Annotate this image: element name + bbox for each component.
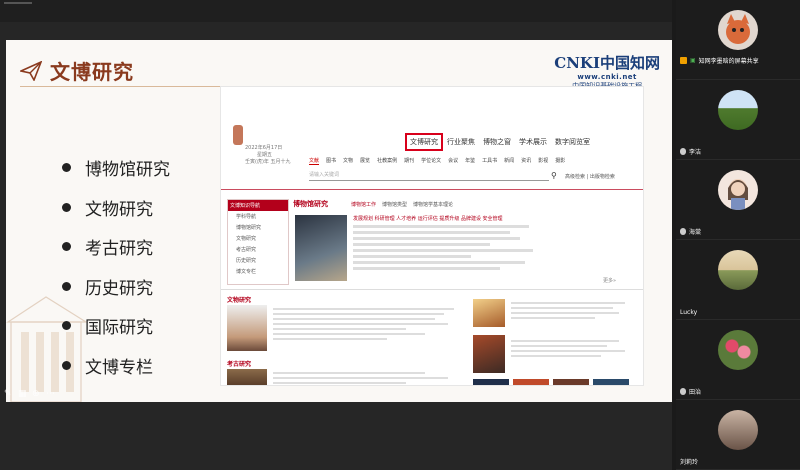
slide-toolbar: ✎ ▦ ⊕ ⋯ bbox=[0, 386, 56, 402]
web-nav-item: 文博研究 bbox=[405, 133, 443, 151]
participant-tile[interactable]: 李洁 bbox=[676, 80, 800, 160]
gallery-thumbnail bbox=[513, 379, 549, 385]
presentation-slide: 文博研究 CNKI中国知网 www.cnki.net 中国知识基础设施工程 博物… bbox=[6, 40, 672, 402]
participant-name: 李洁 bbox=[680, 147, 701, 156]
share-bottom-bar bbox=[0, 404, 672, 470]
participant-tile[interactable]: 海棠 bbox=[676, 160, 800, 240]
participant-tile[interactable]: 刘莉玲 bbox=[676, 400, 800, 470]
web-main-title: 博物馆研究 bbox=[293, 200, 328, 208]
participant-tile[interactable]: 田治 bbox=[676, 320, 800, 400]
bullet-list: 博物馆研究 文物研究 考古研究 历史研究 国际研究 文博专栏 bbox=[62, 148, 170, 385]
web-date: 2022年6月17日 星期五 壬寅(虎)年 五月十九 bbox=[245, 145, 291, 165]
bullet-item: 历史研究 bbox=[62, 267, 170, 307]
news-thumbnail bbox=[473, 299, 505, 327]
flowers-avatar bbox=[718, 330, 758, 370]
girl-avatar bbox=[718, 170, 758, 210]
relic-thumbnail bbox=[227, 305, 267, 351]
bullet-item: 文物研究 bbox=[62, 188, 170, 228]
share-top-bar bbox=[0, 0, 672, 22]
shared-screen-area: 文博研究 CNKI中国知网 www.cnki.net 中国知识基础设施工程 博物… bbox=[0, 0, 672, 470]
person-avatar bbox=[718, 410, 758, 450]
web-search-field: 请输入关键词 bbox=[309, 170, 549, 181]
participant-name: 海棠 bbox=[680, 227, 701, 236]
web-divider bbox=[221, 189, 643, 190]
title-underline bbox=[20, 86, 220, 87]
web-top-nav: 文博研究 行业聚焦 博物之窗 学术展示 数字阅览室 bbox=[405, 133, 594, 151]
cnki-web-screenshot: 文博研究 行业聚焦 博物之窗 学术展示 数字阅览室 2022年6月17日 星期五… bbox=[220, 86, 644, 386]
participant-panel: ▣ 知网李墨晗的屏幕共享 李洁 海棠 Lucky 田治 刘莉玲 bbox=[676, 0, 800, 470]
web-nav-item: 数字阅览室 bbox=[555, 138, 590, 146]
web-search-extra: 高级检索 | 出版物检索 bbox=[565, 174, 615, 180]
fox-avatar bbox=[718, 10, 758, 50]
web-nav-item: 博物之窗 bbox=[483, 138, 511, 146]
gallery-thumbnail bbox=[593, 379, 629, 385]
museum-hero-image bbox=[295, 215, 347, 281]
grid-icon[interactable]: ▦ bbox=[18, 389, 28, 399]
landscape-avatar bbox=[718, 250, 758, 290]
more-link: 更多» bbox=[603, 278, 617, 284]
section-archaeo-title: 考古研究 bbox=[227, 361, 252, 368]
screen-share-icon: ▣ bbox=[690, 57, 696, 64]
news-thumbnail bbox=[473, 335, 505, 373]
meeting-window: 文博研究 CNKI中国知网 www.cnki.net 中国知识基础设施工程 博物… bbox=[0, 0, 800, 470]
vase-logo-icon bbox=[233, 125, 243, 145]
archaeo-thumbnail bbox=[227, 369, 267, 385]
pen-icon[interactable]: ✎ bbox=[4, 389, 14, 399]
slide-title: 文博研究 bbox=[50, 60, 134, 84]
zoom-icon[interactable]: ⊕ bbox=[32, 389, 42, 399]
bullet-item: 考古研究 bbox=[62, 227, 170, 267]
participant-tile[interactable]: Lucky bbox=[676, 240, 800, 320]
bullet-item: 博物馆研究 bbox=[62, 148, 170, 188]
gallery-thumbnail bbox=[553, 379, 589, 385]
web-category-menu: 文献 图书 文物 展览 社教案例 期刊 学位论文 会议 年鉴 工具书 新闻 资讯 影视 摄影 bbox=[309, 158, 566, 165]
search-icon: ⚲ bbox=[551, 171, 557, 180]
participant-tile[interactable]: ▣ 知网李墨晗的屏幕共享 bbox=[676, 0, 800, 80]
participant-name: 刘莉玲 bbox=[680, 459, 699, 466]
gallery-thumbnail bbox=[473, 379, 509, 385]
mic-icon bbox=[680, 388, 686, 395]
web-nav-item: 行业聚焦 bbox=[447, 138, 475, 146]
paper-plane-icon bbox=[20, 60, 42, 81]
field-avatar bbox=[718, 90, 758, 130]
web-main-tabs: 博物馆工作 博物馆类型 博物馆学基本理论 bbox=[351, 202, 454, 208]
web-main-content: 发展规划 科研管理 人才培养 运行评估 提质升级 品牌建设 安全管理 bbox=[353, 215, 549, 273]
section-relic-title: 文物研究 bbox=[227, 297, 252, 304]
mic-icon bbox=[680, 148, 686, 155]
bullet-item: 国际研究 bbox=[62, 306, 170, 346]
web-nav-item: 学术展示 bbox=[519, 138, 547, 146]
screen-share-badge: ▣ 知网李墨晗的屏幕共享 bbox=[680, 56, 759, 65]
mic-icon bbox=[680, 228, 686, 235]
web-side-nav: 文博知识导航 学科导航 博物馆研究 文物研究 考古研究 历史研究 博文专栏 bbox=[227, 199, 289, 285]
participant-name: 田治 bbox=[680, 387, 701, 396]
bullet-item: 文博专栏 bbox=[62, 346, 170, 386]
participant-name: Lucky bbox=[680, 309, 698, 316]
slide-header: 文博研究 bbox=[20, 56, 134, 85]
more-icon[interactable]: ⋯ bbox=[46, 389, 56, 399]
